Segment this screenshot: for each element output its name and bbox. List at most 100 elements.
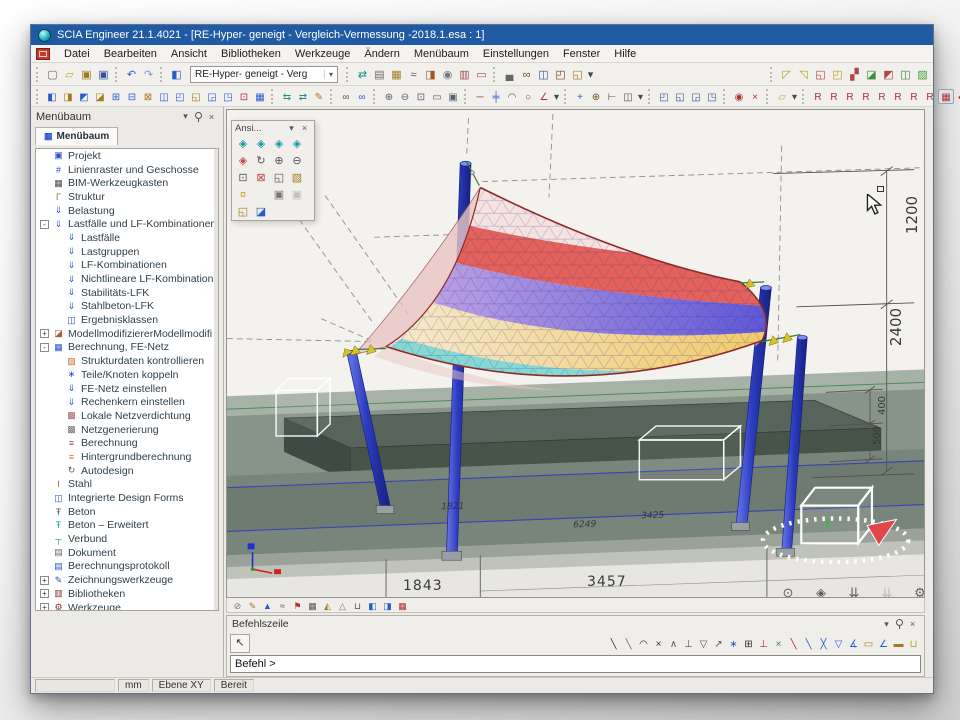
mesh-sphere-icon[interactable]: ◉ (439, 66, 456, 82)
mesh-display-icon[interactable]: ▲ (260, 599, 275, 612)
results-stresses-icon[interactable]: R (874, 89, 890, 104)
zoom-out-icon[interactable]: ⊖ (397, 89, 413, 104)
filter-selection-icon[interactable]: ◫ (156, 89, 172, 104)
grid-snap-icon[interactable]: ⊞ (741, 637, 756, 651)
palette-header[interactable]: Ansi... ▾ × (232, 121, 314, 135)
menu-bibliotheken[interactable]: Bibliotheken (214, 47, 288, 61)
xy-diagram-icon[interactable]: ≈ (405, 66, 422, 82)
mdi-document-icon[interactable] (36, 48, 50, 60)
expand-icon[interactable]: + (40, 329, 49, 338)
view-yz-icon[interactable]: ◈ (252, 136, 270, 151)
navigation-cube-icon[interactable]: ◈ (812, 584, 830, 598)
tree-item-stahlbeton-lfk[interactable]: ⇓Stahlbeton-LFK (36, 300, 218, 314)
dimension-grid-icon[interactable]: ▦ (305, 599, 320, 612)
cross-snap-icon[interactable]: ╳ (816, 637, 831, 651)
polar-snap-icon[interactable]: ∡ (846, 637, 861, 651)
folder-more-arrow[interactable]: ▾ (790, 89, 799, 104)
more-commands-arrow[interactable]: ▾ (586, 66, 595, 82)
draw-arc-icon[interactable]: ◠ (504, 89, 520, 104)
command-menu-icon[interactable]: ▾ (880, 619, 893, 630)
tree-item-beton-erweitert[interactable]: ŦBeton – Erweitert (36, 519, 218, 533)
delete-elements-icon[interactable]: × (747, 89, 763, 104)
deselect-icon[interactable]: ⊟ (124, 89, 140, 104)
find-binoculars-icon[interactable]: ∞ (338, 89, 354, 104)
invert-selection-icon[interactable]: ⊠ (140, 89, 156, 104)
save-all-icon[interactable]: ▣ (78, 66, 95, 82)
palette-close-icon[interactable]: × (298, 123, 311, 133)
zoom-document-icon[interactable]: ⊕ (588, 89, 604, 104)
light-icon[interactable]: ¤ (234, 187, 252, 202)
snap-line-icon[interactable]: ╲ (606, 637, 621, 651)
workplane-selection-icon[interactable]: ◲ (204, 89, 220, 104)
rotate-model-icon[interactable]: ↻ (252, 153, 270, 168)
tree-item-dokument[interactable]: ▤Dokument (36, 546, 218, 560)
paste-attributes-icon[interactable]: ⇄ (295, 89, 311, 104)
draw-circle-icon[interactable]: ○ (520, 89, 536, 104)
zoom-window-icon[interactable]: ⊡ (413, 89, 429, 104)
view-xy-icon[interactable]: ◈ (270, 136, 288, 151)
draw-line-icon[interactable]: ─ (472, 89, 488, 104)
command-input[interactable]: Befehl > (230, 655, 921, 673)
tree-item-berechnung-fe-netz[interactable]: -▦Berechnung, FE-Netz (36, 341, 218, 355)
snap-perpendicular-icon[interactable]: ⊥ (681, 637, 696, 651)
modify-more-arrow[interactable]: ▾ (636, 89, 645, 104)
result-diagram-icon[interactable]: ≈ (275, 599, 290, 612)
tile-windows-icon[interactable]: ◲ (688, 89, 704, 104)
tree-item-strukturdaten-kontrollieren[interactable]: ▨Strukturdaten kontrollieren (36, 354, 218, 368)
tree-item-beton[interactable]: ŦBeton (36, 505, 218, 519)
endpoint-snap-icon[interactable]: ╲ (786, 637, 801, 651)
pointer-select-button[interactable]: ↖ (230, 634, 250, 653)
view-toolbar-palette[interactable]: Ansi... ▾ × ◈◈◈◈ ◈↻⊕⊖ ⊡⊠◱▧ ¤▣▣ ◱◪ (231, 120, 315, 221)
zoom-selection-icon[interactable]: ◱ (270, 170, 288, 185)
tree-item-lokale-netzverdichtung[interactable]: ▩Lokale Netzverdichtung (36, 409, 218, 423)
status-workplane[interactable]: Ebene XY (152, 679, 211, 692)
results-deformation-icon[interactable]: R (858, 89, 874, 104)
surface-display-icon[interactable]: ◱ (812, 66, 829, 82)
results-update-icon[interactable]: ◆ (954, 89, 960, 104)
menu-menuebaum[interactable]: Menübaum (407, 47, 476, 61)
angle-snap-icon[interactable]: ∠ (876, 637, 891, 651)
member-labels-icon[interactable]: ◸ (778, 66, 795, 82)
gallery-image-icon[interactable]: ▥ (456, 66, 473, 82)
command-close-icon[interactable]: × (906, 619, 919, 629)
tree-item-bim-werkzeugkasten[interactable]: ▦BIM-Werkzeugkasten (36, 176, 218, 190)
recent-files-icon[interactable]: ▱ (774, 89, 790, 104)
render-mode-icon[interactable]: ◭ (320, 599, 335, 612)
clear-selection-icon[interactable]: ⊡ (236, 89, 252, 104)
tree-item-rechenkern-einstellen[interactable]: ⇓Rechenkern einstellen (36, 395, 218, 409)
zoom-region-icon[interactable]: ⊙ (779, 584, 797, 598)
picture-frame-icon[interactable]: ▭ (473, 66, 490, 82)
expand-icon[interactable]: + (40, 603, 49, 611)
triangle-snap-icon[interactable]: ▽ (831, 637, 846, 651)
snap-off-icon[interactable]: × (651, 637, 666, 651)
node-labels-icon[interactable]: ◹ (795, 66, 812, 82)
zoom-in-icon[interactable]: ⊕ (270, 153, 288, 168)
chevron-down-icon[interactable]: ▾ (324, 70, 333, 79)
pin-panel-icon[interactable] (194, 111, 203, 123)
tree-item-struktur[interactable]: ΓStruktur (36, 190, 218, 204)
view-settings-gear-icon[interactable]: ⚙ (911, 584, 925, 598)
tab-menuebaum[interactable]: ▦ Menübaum (35, 127, 118, 145)
snap-arc-icon[interactable]: ◠ (636, 637, 651, 651)
menu-fenster[interactable]: Fenster (556, 47, 607, 61)
tree-item-bibliotheken[interactable]: +▥Bibliotheken (36, 587, 218, 601)
snap-vertex-icon[interactable]: ∧ (666, 637, 681, 651)
clipboard-icon[interactable]: ◨ (422, 66, 439, 82)
dimension-snap-icon[interactable]: ▭ (861, 637, 876, 651)
tree-item-netzgenerierung[interactable]: ▩Netzgenerierung (36, 423, 218, 437)
engineering-report-icon[interactable]: ◱ (569, 66, 586, 82)
undo-icon[interactable]: ↶ (123, 66, 140, 82)
tree-scrollbar[interactable] (214, 149, 218, 610)
view-clipbox-icon[interactable]: ◱ (234, 204, 252, 219)
save-icon[interactable]: ▣ (95, 66, 112, 82)
tree-item-zeichnungswerkzeuge[interactable]: +✎Zeichnungswerkzeuge (36, 573, 218, 587)
title-bar[interactable]: SCIA Engineer 21.1.4021 - [RE-Hyper- gen… (31, 25, 933, 45)
collapse-icon[interactable]: - (40, 220, 49, 229)
menu-tree[interactable]: ▣Projekt#Linienraster und Geschosse▦BIM-… (35, 148, 219, 611)
crossing-selection-icon[interactable]: ◳ (220, 89, 236, 104)
tree-item-stahl[interactable]: ⅠStahl (36, 478, 218, 492)
draw-beam-icon[interactable]: ╪ (488, 89, 504, 104)
new-3d-window-icon[interactable]: ◪ (252, 204, 270, 219)
tree-item-stabilit-ts-lfk[interactable]: ⇓Stabilitäts-LFK (36, 286, 218, 300)
print-icon[interactable]: ▄ (501, 66, 518, 82)
